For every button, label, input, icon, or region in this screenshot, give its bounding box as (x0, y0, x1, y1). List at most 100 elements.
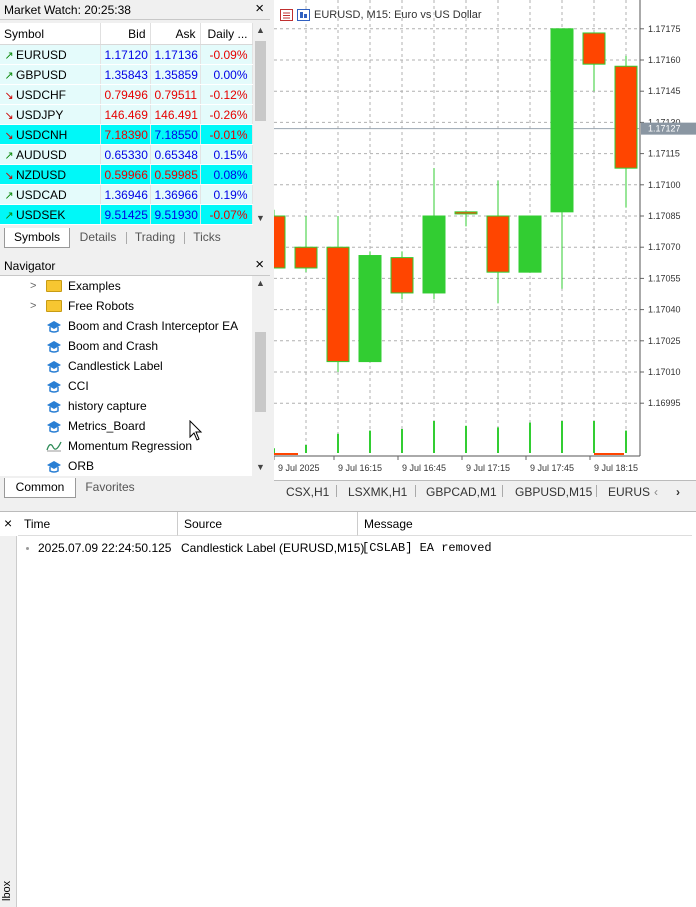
navigator-header: Navigator × (0, 256, 270, 276)
chart-tab-eurusd[interactable]: EURUS (608, 484, 650, 500)
bearish-candle-body (582, 32, 606, 65)
symbol-cell[interactable]: ↗ AUDUSD (0, 144, 101, 165)
navigator-folder[interactable]: > Free Robots (0, 296, 252, 316)
arrow-up-icon: ↗ (4, 189, 14, 202)
bid-cell: 7.18390 (100, 124, 151, 145)
symbol-name: EURUSD (16, 47, 67, 62)
column-header-ask[interactable]: Ask (150, 23, 201, 45)
toolbox-close-icon[interactable]: × (4, 516, 12, 530)
tab-ticks[interactable]: Ticks (186, 228, 228, 247)
chart-symbol-icon[interactable] (297, 9, 310, 24)
column-header-bid[interactable]: Bid (100, 23, 151, 45)
navigator-folder[interactable]: > Examples (0, 276, 252, 296)
chart-tab-lsxmk[interactable]: LSXMK,H1 (348, 484, 407, 500)
bullish-candle-body (358, 255, 382, 363)
log-bullet-icon (26, 547, 29, 550)
symbol-name: NZDUSD (16, 167, 66, 182)
scroll-up-icon[interactable]: ▲ (256, 25, 265, 35)
symbol-cell[interactable]: ↗ USDSEK (0, 204, 101, 225)
bid-cell: 1.17120 (100, 44, 151, 65)
ask-cell: 0.59985 (150, 164, 201, 185)
tab-symbols[interactable]: Symbols (4, 228, 70, 248)
log-column-source[interactable]: Source (178, 512, 358, 536)
scroll-up-icon[interactable]: ▲ (256, 278, 265, 288)
time-tick-label: 9 Jul 2025 (278, 463, 320, 473)
navigator-item[interactable]: ORB (0, 456, 252, 476)
bid-cell: 1.36946 (100, 184, 151, 205)
tab-details[interactable]: Details (70, 228, 126, 247)
arrow-down-icon: ↘ (4, 109, 14, 122)
symbol-cell[interactable]: ↗ USDCAD (0, 184, 101, 205)
bearish-candle-body (614, 65, 638, 169)
navigator-item[interactable]: Candlestick Label (0, 356, 252, 376)
market-watch-close-icon[interactable]: × (255, 1, 264, 16)
chart-window[interactable]: 1.17175 1.17160 1.17145 1.17130 1.17115 1.171… (274, 0, 696, 480)
tab-favorites[interactable]: Favorites (78, 478, 142, 497)
navigator-item-label: CCI (68, 379, 89, 393)
price-tick-label: 1.17055 (648, 273, 681, 283)
navigator-item[interactable]: history capture (0, 396, 252, 416)
candlestick-chart[interactable]: 1.171751.171601.171451.171301.171151.171… (274, 0, 696, 480)
symbol-cell[interactable]: ↘ USDCHF (0, 84, 101, 105)
symbol-name: USDCNH (16, 127, 68, 142)
bid-cell: 1.35843 (100, 64, 151, 85)
market-watch-scrollbar[interactable]: ▲ ▼ (253, 23, 268, 227)
market-watch-row[interactable]: ↘ USDJPY 146.469 146.491 -0.26% (0, 104, 253, 125)
tab-separator (336, 485, 337, 497)
tab-trading[interactable]: Trading (128, 228, 182, 247)
navigator-item[interactable]: Metrics_Board (0, 416, 252, 436)
navigator-scroll-thumb[interactable] (255, 332, 266, 412)
chart-tab-gbpcad[interactable]: GBPCAD,M1 (426, 484, 497, 500)
log-source-cell: Candlestick Label (EURUSD,M15) (181, 541, 365, 555)
market-watch-row[interactable]: ↗ USDSEK 9.51425 9.51930 -0.07% (0, 204, 253, 225)
log-column-message[interactable]: Message (358, 512, 692, 536)
market-watch-row[interactable]: ↗ EURUSD 1.17120 1.17136 -0.09% (0, 44, 253, 65)
bearish-candle-body (454, 211, 478, 215)
navigator-item[interactable]: Boom and Crash Interceptor EA (0, 316, 252, 336)
bullish-candle-body (550, 28, 574, 213)
navigator-item-label: Candlestick Label (68, 359, 163, 373)
tabs-scroll-left-icon[interactable]: ‹ (654, 484, 658, 500)
symbol-name: USDCAD (16, 187, 67, 202)
column-header-daily[interactable]: Daily ... (200, 23, 253, 45)
splitter[interactable] (0, 502, 696, 511)
bullish-candle-body (518, 215, 542, 273)
mouse-cursor-icon (189, 420, 203, 441)
navigator-item[interactable]: Momentum Regression (0, 436, 252, 456)
navigator-title: Navigator (4, 259, 56, 273)
tab-common[interactable]: Common (4, 478, 76, 498)
market-watch-row[interactable]: ↗ USDCAD 1.36946 1.36966 0.19% (0, 184, 253, 205)
market-watch-row[interactable]: ↘ USDCHF 0.79496 0.79511 -0.12% (0, 84, 253, 105)
symbol-cell[interactable]: ↗ GBPUSD (0, 64, 101, 85)
symbol-cell[interactable]: ↗ EURUSD (0, 44, 101, 65)
market-watch-scroll-thumb[interactable] (255, 41, 266, 121)
navigator-item[interactable]: Boom and Crash (0, 336, 252, 356)
market-watch-row[interactable]: ↗ AUDUSD 0.65330 0.65348 0.15% (0, 144, 253, 165)
chart-tab-gbpusd[interactable]: GBPUSD,M15 (515, 484, 592, 500)
log-column-time[interactable]: Time (18, 512, 178, 536)
chart-tab-csx[interactable]: CSX,H1 (286, 484, 329, 500)
symbol-cell[interactable]: ↘ USDJPY (0, 104, 101, 125)
expand-chevron-icon[interactable]: > (30, 276, 36, 296)
symbol-name: USDJPY (16, 107, 64, 122)
market-watch-row[interactable]: ↘ NZDUSD 0.59966 0.59985 0.08% (0, 164, 253, 185)
scroll-down-icon[interactable]: ▼ (256, 462, 265, 472)
market-watch-row[interactable]: ↗ GBPUSD 1.35843 1.35859 0.00% (0, 64, 253, 85)
tab-separator (184, 232, 185, 244)
bearish-candle-body (486, 215, 510, 273)
market-watch-row[interactable]: ↘ USDCNH 7.18390 7.18550 -0.01% (0, 124, 253, 145)
arrow-up-icon: ↗ (4, 209, 14, 222)
scroll-down-icon[interactable]: ▼ (256, 213, 265, 223)
chart-list-icon[interactable] (280, 9, 293, 24)
column-header-symbol[interactable]: Symbol (0, 23, 101, 45)
navigator-item[interactable]: CCI (0, 376, 252, 396)
navigator-close-icon[interactable]: × (255, 257, 264, 272)
symbol-cell[interactable]: ↘ NZDUSD (0, 164, 101, 185)
expand-chevron-icon[interactable]: > (30, 296, 36, 316)
navigator-scrollbar[interactable]: ▲ ▼ (253, 276, 268, 476)
expert-advisor-icon (46, 379, 62, 393)
tabs-scroll-right-icon[interactable]: › (676, 484, 680, 500)
symbol-name: AUDUSD (16, 147, 67, 162)
symbol-name: GBPUSD (16, 67, 67, 82)
symbol-cell[interactable]: ↘ USDCNH (0, 124, 101, 145)
